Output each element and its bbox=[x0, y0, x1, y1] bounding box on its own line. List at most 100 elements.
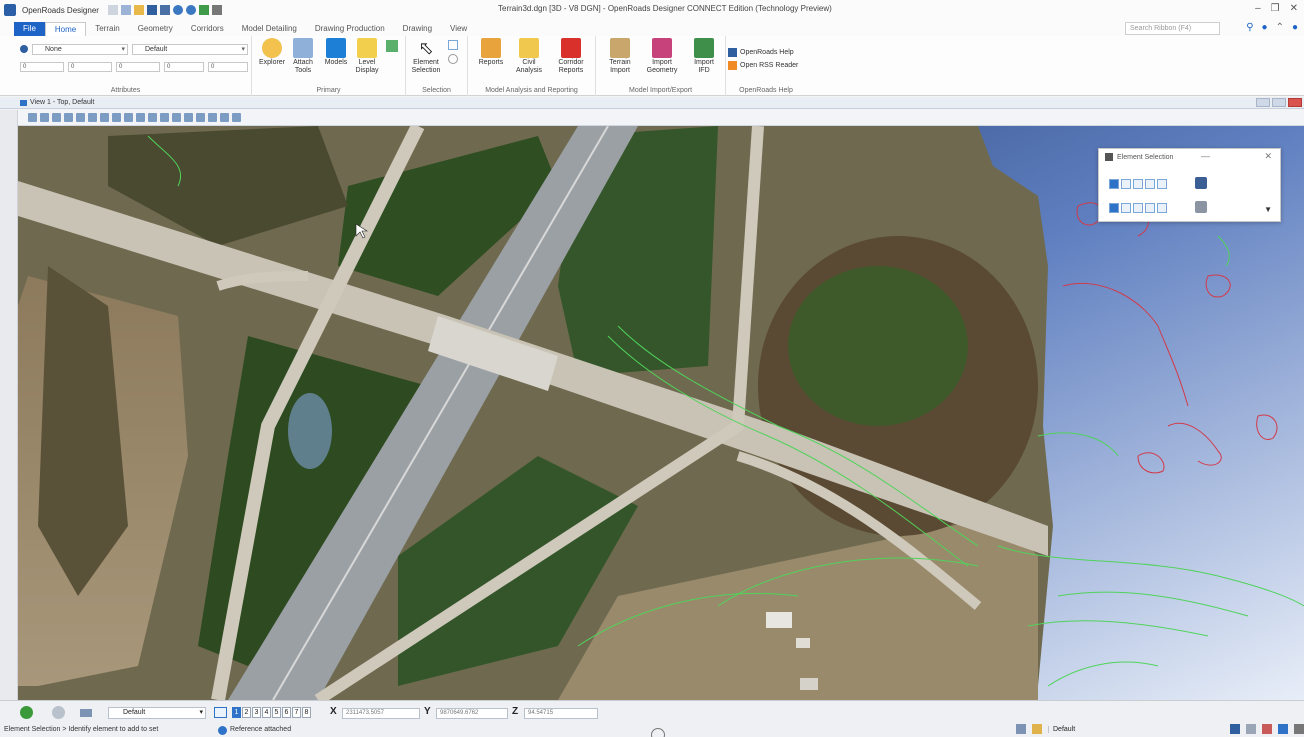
tab-drawing-production[interactable]: Drawing Production bbox=[306, 22, 394, 36]
user-icon[interactable]: ● bbox=[1262, 22, 1268, 33]
tab-view[interactable]: View bbox=[441, 22, 476, 36]
tab-file[interactable]: File bbox=[14, 22, 45, 36]
view-8-button[interactable]: 8 bbox=[302, 707, 311, 718]
lock-icon[interactable] bbox=[1032, 724, 1042, 734]
new-file-icon[interactable] bbox=[121, 5, 131, 15]
active-level-status-combo[interactable]: Default bbox=[108, 707, 206, 719]
color-combo[interactable]: 0 bbox=[20, 62, 64, 72]
close-button[interactable]: ✕ bbox=[1290, 3, 1298, 14]
zoom-out-icon[interactable] bbox=[88, 113, 97, 122]
print-icon[interactable] bbox=[212, 5, 222, 15]
view-2-button[interactable]: 2 bbox=[242, 707, 251, 718]
openroads-help-link[interactable]: OpenRoads Help bbox=[728, 48, 794, 57]
render-mode-icon[interactable] bbox=[52, 113, 61, 122]
transparency-combo[interactable]: 0 bbox=[164, 62, 204, 72]
window-area-icon[interactable] bbox=[100, 113, 109, 122]
circle-method-icon[interactable] bbox=[1145, 179, 1155, 189]
terrain-import-button[interactable]: Terrain Import bbox=[602, 38, 638, 75]
workflow-status-icon[interactable] bbox=[1262, 724, 1272, 734]
design-history-icon[interactable] bbox=[1246, 724, 1256, 734]
civil-analysis-button[interactable]: Civil Analysis bbox=[512, 38, 546, 75]
display-style-icon[interactable] bbox=[40, 113, 49, 122]
attributes-icon[interactable] bbox=[80, 709, 92, 717]
fit-view-icon[interactable] bbox=[112, 113, 121, 122]
accudraw-icon[interactable] bbox=[199, 5, 209, 15]
new-mode-icon[interactable] bbox=[1109, 203, 1119, 213]
clear-mode-icon[interactable] bbox=[1157, 203, 1167, 213]
tab-home[interactable]: Home bbox=[44, 22, 87, 36]
import-geometry-button[interactable]: Import Geometry bbox=[642, 38, 682, 75]
view-minimize-button[interactable] bbox=[1256, 98, 1270, 107]
models-button[interactable]: Models bbox=[322, 38, 350, 67]
attach-tools-button[interactable]: Attach Tools bbox=[288, 38, 318, 75]
z-coordinate-field[interactable]: 94.54715 bbox=[524, 708, 598, 719]
help-icon[interactable]: ● bbox=[1292, 22, 1298, 33]
notifications-icon[interactable] bbox=[1294, 724, 1304, 734]
import-ifd-button[interactable]: Import IFD bbox=[688, 38, 720, 75]
camera-icon[interactable] bbox=[196, 113, 205, 122]
rss-reader-link[interactable]: Open RSS Reader bbox=[728, 61, 798, 70]
undo-icon[interactable] bbox=[173, 5, 183, 15]
x-coordinate-field[interactable]: 2311473.5057 bbox=[342, 708, 420, 719]
open-folder-icon[interactable] bbox=[134, 5, 144, 15]
clear-set-icon[interactable] bbox=[1195, 177, 1207, 189]
minimize-button[interactable]: – bbox=[1255, 3, 1261, 14]
explorer-button[interactable]: Explorer bbox=[258, 38, 286, 67]
active-level-combo[interactable]: None bbox=[32, 44, 128, 55]
view-restore-button[interactable] bbox=[1272, 98, 1286, 107]
tab-geometry[interactable]: Geometry bbox=[129, 22, 182, 36]
corridor-reports-button[interactable]: Corridor Reports bbox=[552, 38, 590, 75]
element-selection-button[interactable]: ⬁ Element Selection bbox=[410, 38, 442, 75]
linestyle-combo[interactable]: 0 bbox=[68, 62, 112, 72]
walk-icon[interactable] bbox=[172, 113, 181, 122]
block-method-icon[interactable] bbox=[1121, 179, 1131, 189]
zoom-in-icon[interactable] bbox=[76, 113, 85, 122]
copy-view-icon[interactable] bbox=[220, 113, 229, 122]
level-display-button[interactable]: Level Display bbox=[352, 38, 382, 75]
priority-combo[interactable]: 0 bbox=[208, 62, 248, 72]
collapse-ribbon-icon[interactable]: ⌃ bbox=[1276, 22, 1284, 33]
snap-mode-icon[interactable] bbox=[1016, 724, 1026, 734]
forward-icon[interactable] bbox=[52, 706, 65, 719]
tab-corridors[interactable]: Corridors bbox=[182, 22, 233, 36]
view-next-icon[interactable] bbox=[160, 113, 169, 122]
view-close-button[interactable] bbox=[1288, 98, 1302, 107]
line-method-icon[interactable] bbox=[1157, 179, 1167, 189]
clip-volume-icon[interactable] bbox=[184, 113, 193, 122]
update-view-icon[interactable] bbox=[64, 113, 73, 122]
invert-mode-icon[interactable] bbox=[1145, 203, 1155, 213]
rotate-view-icon[interactable] bbox=[124, 113, 133, 122]
y-coordinate-field[interactable]: 9870649.6762 bbox=[436, 708, 508, 719]
save-icon[interactable] bbox=[147, 5, 157, 15]
view-7-button[interactable]: 7 bbox=[292, 707, 301, 718]
view-1-button[interactable]: 1 bbox=[232, 707, 241, 718]
search-icon[interactable]: ⚲ bbox=[1246, 22, 1253, 33]
views-icon[interactable] bbox=[214, 707, 227, 718]
element-template-combo[interactable]: Default bbox=[132, 44, 248, 55]
dialog-minimize-button[interactable]: — bbox=[1201, 151, 1210, 161]
individual-method-icon[interactable] bbox=[1109, 179, 1119, 189]
subtract-mode-icon[interactable] bbox=[1133, 203, 1143, 213]
weight-combo[interactable]: 0 bbox=[116, 62, 160, 72]
shape-method-icon[interactable] bbox=[1133, 179, 1143, 189]
message-center-icon[interactable] bbox=[1278, 724, 1288, 734]
view-5-button[interactable]: 5 bbox=[272, 707, 281, 718]
save-status-icon[interactable] bbox=[1230, 724, 1240, 734]
add-mode-icon[interactable] bbox=[1121, 203, 1131, 213]
select-all-mode-icon[interactable] bbox=[1195, 201, 1207, 213]
pan-view-icon[interactable] bbox=[136, 113, 145, 122]
ribbon-search-input[interactable]: Search Ribbon (F4) bbox=[1125, 22, 1220, 35]
reference-icon[interactable] bbox=[386, 40, 398, 52]
view-previous-icon[interactable] bbox=[148, 113, 157, 122]
tab-model-detailing[interactable]: Model Detailing bbox=[233, 22, 306, 36]
dialog-close-button[interactable]: ✕ bbox=[1264, 151, 1272, 162]
back-icon[interactable] bbox=[20, 706, 33, 719]
active-level-display[interactable]: Default bbox=[1048, 725, 1138, 733]
redo-icon[interactable] bbox=[186, 5, 196, 15]
view-3-button[interactable]: 3 bbox=[252, 707, 261, 718]
tab-terrain[interactable]: Terrain bbox=[86, 22, 128, 36]
view-6-button[interactable]: 6 bbox=[282, 707, 291, 718]
workflow-dropdown-icon[interactable] bbox=[108, 5, 118, 15]
select-all-icon[interactable] bbox=[448, 40, 458, 50]
tab-drawing[interactable]: Drawing bbox=[394, 22, 441, 36]
